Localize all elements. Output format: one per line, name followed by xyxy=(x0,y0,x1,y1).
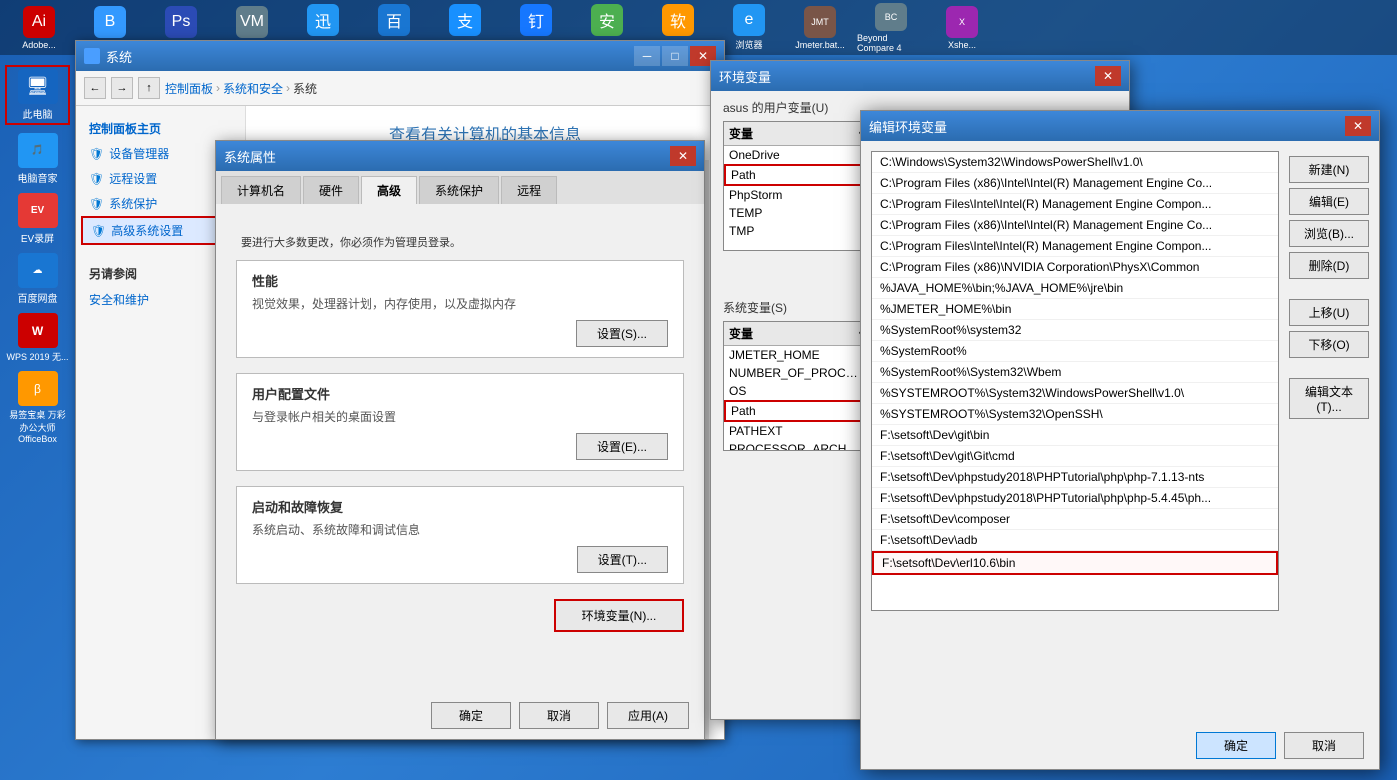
performance-desc: 视觉效果，处理器计划，内存使用，以及虚拟内存 xyxy=(252,295,668,312)
edit-env-ok-button[interactable]: 确定 xyxy=(1196,732,1276,759)
path-entry-10[interactable]: %SystemRoot%\System32\Wbem xyxy=(872,362,1278,383)
top-icon-xshell[interactable]: X Xshe... xyxy=(928,3,996,53)
performance-settings-button[interactable]: 设置(S)... xyxy=(576,320,668,347)
startup-title: 启动和故障恢复 xyxy=(252,497,668,516)
env-close-button[interactable]: ✕ xyxy=(1095,66,1121,86)
path-entry-19[interactable]: F:\setsoft\Dev\erl10.6\bin xyxy=(872,551,1278,575)
breadcrumb: 控制面板 › 系统和安全 › 系统 xyxy=(165,80,317,97)
system-icon xyxy=(84,48,100,64)
path-edit-text-button[interactable]: 编辑文本(T)... xyxy=(1289,378,1369,419)
top-icon-jmeter[interactable]: JMT Jmeter.bat... xyxy=(786,3,854,53)
desktop-icon-computer[interactable]: 🖥 此电脑 xyxy=(5,65,70,125)
desktop-icon-ev[interactable]: EV EV录屏 xyxy=(5,193,70,245)
sidebar-item-main[interactable]: 控制面板主页 xyxy=(81,116,240,141)
user-profile-title: 用户配置文件 xyxy=(252,384,668,403)
up-button[interactable]: ↑ xyxy=(138,77,160,99)
user-profile-settings-button[interactable]: 设置(E)... xyxy=(576,433,668,460)
dialog-content: 要进行大多数更改，你必须作为管理员登录。 性能 视觉效果，处理器计划，内存使用，… xyxy=(216,204,704,702)
top-icon-adobe[interactable]: Ai Adobe... xyxy=(5,3,73,53)
admin-notice: 要进行大多数更改，你必须作为管理员登录。 xyxy=(236,229,684,255)
path-entry-0[interactable]: C:\Windows\System32\WindowsPowerShell\v1… xyxy=(872,152,1278,173)
system-window-title: 系统 xyxy=(106,47,132,66)
dialog-apply-button[interactable]: 应用(A) xyxy=(607,702,689,729)
env-title: 环境变量 xyxy=(719,67,771,86)
path-delete-button[interactable]: 删除(D) xyxy=(1289,252,1369,279)
desktop-icon-office[interactable]: β 易签宝桌 万彩办公大师 OfficeBox xyxy=(5,371,70,444)
performance-title: 性能 xyxy=(252,271,668,290)
dialog-tabs: 计算机名 硬件 高级 系统保护 远程 xyxy=(216,171,704,204)
path-entry-13[interactable]: F:\setsoft\Dev\git\bin xyxy=(872,425,1278,446)
edit-env-buttons: 新建(N) 编辑(E) 浏览(B)... 删除(D) 上移(U) 下移(O) 编… xyxy=(1289,156,1369,419)
path-edit-button[interactable]: 编辑(E) xyxy=(1289,188,1369,215)
env-titlebar: 环境变量 ✕ xyxy=(711,61,1129,91)
back-button[interactable]: ← xyxy=(84,77,106,99)
dialog-footer: 确定 取消 应用(A) xyxy=(431,702,689,729)
top-icon-beyond[interactable]: BC Beyond Compare 4 xyxy=(857,3,925,53)
desktop-icon-wps[interactable]: W WPS 2019 无... xyxy=(5,313,70,363)
dialog-controls: ✕ xyxy=(670,146,696,166)
nav-bar: ← → ↑ 控制面板 › 系统和安全 › 系统 xyxy=(76,71,724,106)
system-properties-dialog: 系统属性 ✕ 计算机名 硬件 高级 系统保护 远程 要进行大多数更改，你必须作为… xyxy=(215,140,705,740)
tab-protection[interactable]: 系统保护 xyxy=(419,176,499,204)
path-entry-1[interactable]: C:\Program Files (x86)\Intel\Intel(R) Ma… xyxy=(872,173,1278,194)
startup-desc: 系统启动、系统故障和调试信息 xyxy=(252,521,668,538)
desktop-icon-baidu2[interactable]: ☁ 百度网盘 xyxy=(5,253,70,305)
dialog-title: 系统属性 xyxy=(224,147,276,166)
path-entry-7[interactable]: %JMETER_HOME%\bin xyxy=(872,299,1278,320)
path-entry-6[interactable]: %JAVA_HOME%\bin;%JAVA_HOME%\jre\bin xyxy=(872,278,1278,299)
edit-env-footer: 确定 取消 xyxy=(1196,732,1364,759)
path-entry-16[interactable]: F:\setsoft\Dev\phpstudy2018\PHPTutorial\… xyxy=(872,488,1278,509)
forward-button[interactable]: → xyxy=(111,77,133,99)
dialog-titlebar: 系统属性 ✕ xyxy=(216,141,704,171)
edit-env-controls: ✕ xyxy=(1345,116,1371,136)
path-entry-4[interactable]: C:\Program Files\Intel\Intel(R) Manageme… xyxy=(872,236,1278,257)
path-list: C:\Windows\System32\WindowsPowerShell\v1… xyxy=(871,151,1279,611)
maximize-button[interactable]: □ xyxy=(662,46,688,66)
path-entry-9[interactable]: %SystemRoot% xyxy=(872,341,1278,362)
desktop: Ai Adobe... B buroxi... Ps PS VM VMware.… xyxy=(0,0,1397,780)
path-entry-8[interactable]: %SystemRoot%\system32 xyxy=(872,320,1278,341)
tab-computer-name[interactable]: 计算机名 xyxy=(221,176,301,204)
env-variables-button[interactable]: 环境变量(N)... xyxy=(554,599,684,632)
edit-env-title-text: 编辑环境变量 xyxy=(869,117,947,136)
env-controls: ✕ xyxy=(1095,66,1121,86)
dialog-close-button[interactable]: ✕ xyxy=(670,146,696,166)
tab-remote[interactable]: 远程 xyxy=(501,176,557,204)
path-entry-18[interactable]: F:\setsoft\Dev\adb xyxy=(872,530,1278,551)
startup-settings-button[interactable]: 设置(T)... xyxy=(577,546,668,573)
path-entry-14[interactable]: F:\setsoft\Dev\git\Git\cmd xyxy=(872,446,1278,467)
startup-section: 启动和故障恢复 系统启动、系统故障和调试信息 设置(T)... xyxy=(236,486,684,584)
edit-env-close-button[interactable]: ✕ xyxy=(1345,116,1371,136)
edit-env-window: 编辑环境变量 ✕ C:\Windows\System32\WindowsPowe… xyxy=(860,110,1380,770)
path-entry-17[interactable]: F:\setsoft\Dev\composer xyxy=(872,509,1278,530)
path-entry-3[interactable]: C:\Program Files (x86)\Intel\Intel(R) Ma… xyxy=(872,215,1278,236)
minimize-button[interactable]: ─ xyxy=(634,46,660,66)
performance-section: 性能 视觉效果，处理器计划，内存使用，以及虚拟内存 设置(S)... xyxy=(236,260,684,358)
user-profile-desc: 与登录帐户相关的桌面设置 xyxy=(252,408,668,425)
path-move-up-button[interactable]: 上移(U) xyxy=(1289,299,1369,326)
path-entry-2[interactable]: C:\Program Files\Intel\Intel(R) Manageme… xyxy=(872,194,1278,215)
dialog-cancel-button[interactable]: 取消 xyxy=(519,702,599,729)
path-browse-button[interactable]: 浏览(B)... xyxy=(1289,220,1369,247)
edit-env-titlebar: 编辑环境变量 ✕ xyxy=(861,111,1379,141)
desktop-icon-music[interactable]: 🎵 电脑音家 xyxy=(5,133,70,185)
system-window-titlebar: 系统 ─ □ ✕ xyxy=(76,41,724,71)
edit-env-body: C:\Windows\System32\WindowsPowerShell\v1… xyxy=(861,151,1379,611)
path-entry-5[interactable]: C:\Program Files (x86)\NVIDIA Corporatio… xyxy=(872,257,1278,278)
path-move-down-button[interactable]: 下移(O) xyxy=(1289,331,1369,358)
path-new-button[interactable]: 新建(N) xyxy=(1289,156,1369,183)
path-entry-11[interactable]: %SYSTEMROOT%\System32\WindowsPowerShell\… xyxy=(872,383,1278,404)
top-icon-ie[interactable]: e 浏览器 xyxy=(715,3,783,53)
dialog-ok-button[interactable]: 确定 xyxy=(431,702,511,729)
path-entry-12[interactable]: %SYSTEMROOT%\System32\OpenSSH\ xyxy=(872,404,1278,425)
env-btn-row: 环境变量(N)... xyxy=(236,599,684,632)
tab-hardware[interactable]: 硬件 xyxy=(303,176,359,204)
window-controls: ─ □ ✕ xyxy=(634,46,716,66)
tab-advanced[interactable]: 高级 xyxy=(361,176,417,204)
edit-env-cancel-button[interactable]: 取消 xyxy=(1284,732,1364,759)
path-entry-15[interactable]: F:\setsoft\Dev\phpstudy2018\PHPTutorial\… xyxy=(872,467,1278,488)
user-profile-section: 用户配置文件 与登录帐户相关的桌面设置 设置(E)... xyxy=(236,373,684,471)
desktop-icons-column: 🖥 此电脑 🎵 电脑音家 EV EV录屏 ☁ 百度网盘 W WPS 2019 无… xyxy=(5,65,70,444)
